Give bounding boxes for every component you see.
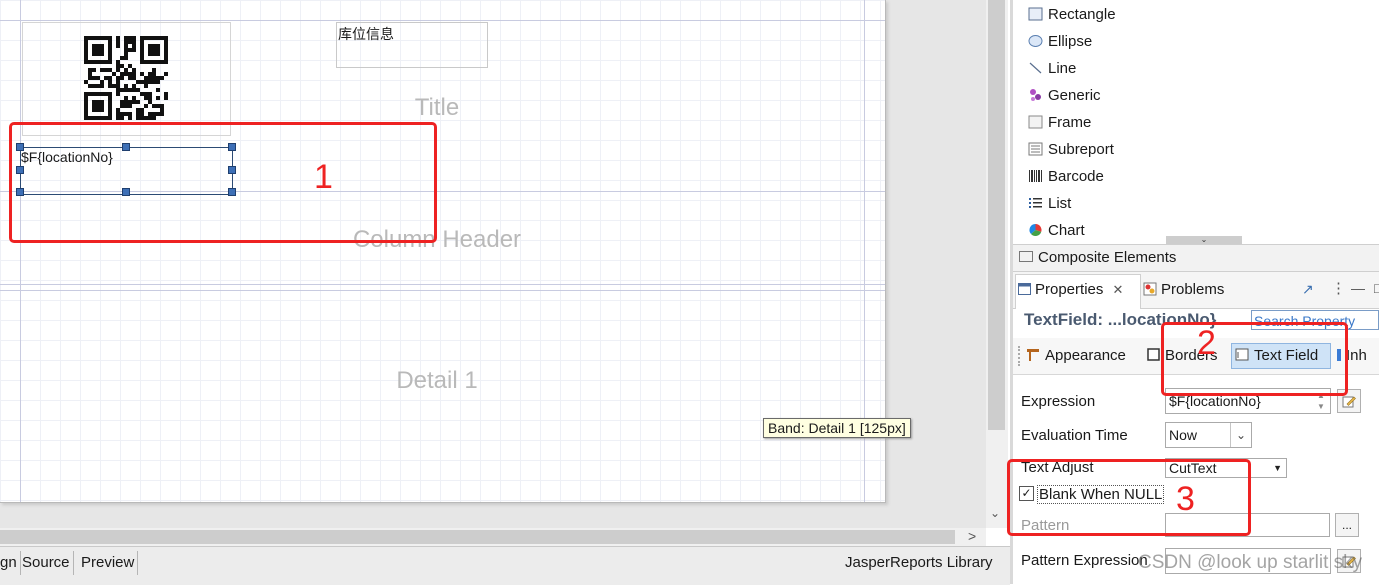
rectangle-icon: [1028, 6, 1043, 21]
library-label: JasperReports Library: [845, 554, 993, 571]
tab-source[interactable]: Source: [19, 551, 74, 575]
palette-item-frame[interactable]: Frame: [1028, 112, 1091, 134]
list-icon: [1028, 195, 1043, 209]
report-page[interactable]: Title Column Header Detail 1 库位信息 $F{loc…: [0, 0, 886, 503]
annotation-number-1: 1: [314, 158, 333, 196]
scroll-down-icon[interactable]: ⌄: [990, 506, 1000, 520]
palette-item-ellipse[interactable]: Ellipse: [1028, 31, 1092, 53]
annotation-box-2: [1161, 322, 1348, 396]
section-appearance-label: Appearance: [1045, 347, 1126, 364]
section-appearance[interactable]: Appearance: [1026, 347, 1126, 364]
location-info-static-text[interactable]: 库位信息: [336, 22, 488, 68]
ellipse-icon: [1028, 33, 1043, 47]
column-header-band-divider: [0, 284, 885, 285]
generic-icon: [1028, 87, 1043, 101]
editor-tab-bar: gn Source Preview JasperReports Library: [0, 546, 1010, 585]
line-icon: [1028, 60, 1043, 74]
problems-icon: [1143, 282, 1157, 296]
palette-item-label: Generic: [1048, 87, 1101, 104]
minimize-icon[interactable]: —: [1351, 280, 1365, 296]
tab-problems-label: Problems: [1161, 281, 1225, 298]
evaluation-time-value: Now: [1169, 427, 1198, 443]
chevron-down-icon: ⌄: [1230, 423, 1251, 447]
tab-properties[interactable]: Properties ✕: [1018, 281, 1123, 298]
palette-item-chart[interactable]: Chart: [1028, 220, 1085, 242]
report-designer-canvas[interactable]: Title Column Header Detail 1 库位信息 $F{loc…: [0, 0, 1008, 528]
column-header-band-divider-2: [0, 290, 885, 291]
properties-panel: Properties ✕ Problems ↗ ⋮ — □ TextField:…: [1013, 272, 1379, 584]
frame-icon: [1028, 114, 1043, 129]
composite-elements-header[interactable]: Composite Elements: [1013, 244, 1379, 272]
tab-design[interactable]: gn: [0, 551, 21, 575]
vertical-scroll-thumb[interactable]: [988, 0, 1005, 430]
composite-elements-icon: [1019, 251, 1033, 262]
subreport-icon: [1028, 141, 1043, 156]
detail-band-label: Detail 1: [396, 367, 478, 394]
palette-scroll-indicator[interactable]: ⌄: [1166, 236, 1242, 244]
band-tooltip: Band: Detail 1 [125px]: [763, 418, 911, 438]
annotation-box-3: [1007, 459, 1251, 536]
section-bar-grip: [1018, 346, 1021, 366]
view-menu-icon[interactable]: ⋮: [1331, 279, 1346, 297]
watermark: CSDN @look up starlit sky: [1138, 552, 1363, 573]
palette-item-generic[interactable]: Generic: [1028, 85, 1101, 107]
vertical-scrollbar[interactable]: ⌄: [986, 0, 1008, 528]
chart-icon: [1028, 222, 1043, 237]
palette-item-label: Line: [1048, 60, 1077, 77]
annotation-number-2: 2: [1197, 324, 1216, 362]
palette-item-subreport[interactable]: Subreport: [1028, 139, 1114, 161]
palette-item-label: Frame: [1048, 114, 1092, 131]
evaluation-time-select[interactable]: Now ⌄: [1165, 422, 1252, 448]
palette-item-label: Chart: [1048, 222, 1085, 239]
pattern-browse-button[interactable]: ...: [1335, 513, 1359, 537]
pattern-expression-label: Pattern Expression: [1021, 552, 1148, 569]
maximize-icon[interactable]: □: [1374, 280, 1379, 296]
properties-icon: [1018, 283, 1031, 295]
qr-code-image: [84, 36, 168, 120]
pin-view-icon[interactable]: ↗: [1302, 281, 1314, 298]
tab-preview[interactable]: Preview: [78, 551, 139, 575]
palette-item-label: Rectangle: [1048, 6, 1116, 23]
appearance-icon: [1027, 349, 1039, 361]
palette-item-label: Barcode: [1048, 168, 1104, 185]
tab-problems[interactable]: Problems: [1143, 281, 1224, 298]
close-icon[interactable]: ✕: [1113, 282, 1124, 297]
title-band-label: Title: [414, 94, 460, 121]
top-margin-guide: [0, 20, 885, 21]
expression-label: Expression: [1021, 393, 1096, 410]
horizontal-scroll-thumb[interactable]: [0, 530, 955, 544]
composite-elements-label: Composite Elements: [1038, 249, 1177, 266]
borders-icon: [1147, 348, 1160, 361]
evaluation-time-label: Evaluation Time: [1021, 427, 1128, 444]
tab-properties-label: Properties: [1035, 281, 1104, 298]
edit-expression-icon: [1342, 396, 1356, 408]
palette-panel: Rectangle Ellipse Line Generic Frame Sub…: [1013, 0, 1379, 244]
palette-item-label: Subreport: [1048, 141, 1114, 158]
location-info-label: 库位信息: [338, 26, 394, 42]
palette-item-rectangle[interactable]: Rectangle: [1028, 4, 1116, 26]
horizontal-scrollbar[interactable]: >: [0, 528, 986, 546]
scroll-right-icon[interactable]: >: [968, 528, 976, 544]
annotation-box-1: [9, 122, 437, 243]
palette-item-label: List: [1048, 195, 1072, 212]
section-inheritance-label: Inh: [1346, 347, 1367, 364]
annotation-number-3: 3: [1176, 480, 1195, 518]
palette-item-line[interactable]: Line: [1028, 58, 1076, 80]
dropdown-arrow-icon: ▼: [1273, 463, 1282, 473]
palette-item-barcode[interactable]: Barcode: [1028, 166, 1104, 188]
left-margin-guide: [20, 0, 21, 502]
properties-view-tabs: Properties ✕ Problems ↗ ⋮ — □: [1013, 272, 1379, 309]
barcode-icon: [1028, 168, 1043, 182]
palette-item-list[interactable]: List: [1028, 193, 1071, 215]
palette-item-label: Ellipse: [1048, 33, 1093, 50]
